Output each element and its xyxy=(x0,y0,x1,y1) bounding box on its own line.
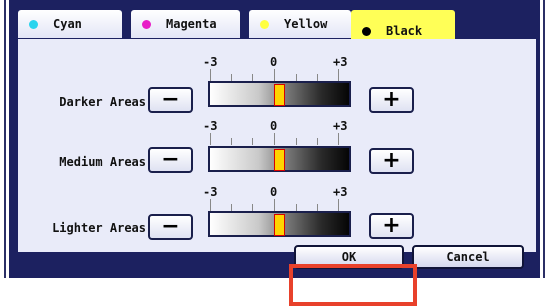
scale-tick xyxy=(338,199,339,211)
ok-highlight-box xyxy=(289,264,417,306)
scale-min-label: -3 xyxy=(203,185,218,199)
adjustment-panel: Cyan Magenta Yellow Black -3 0 +3 Darker… xyxy=(9,0,540,278)
lighter-plus-button[interactable]: + xyxy=(369,213,414,239)
scale-tick xyxy=(274,199,275,211)
lighter-minus-button[interactable]: − xyxy=(148,214,193,240)
scale-mid-label: 0 xyxy=(270,119,278,133)
scale-max-label: +3 xyxy=(333,185,348,199)
yellow-dot-icon xyxy=(260,19,269,29)
scale-tick xyxy=(210,133,211,145)
tab-label: Magenta xyxy=(166,17,217,31)
medium-plus-button[interactable]: + xyxy=(369,148,414,174)
right-edge xyxy=(540,0,549,278)
scale-tick xyxy=(252,74,253,81)
darker-areas-slider[interactable] xyxy=(208,81,351,107)
scale-tick xyxy=(296,138,297,145)
scale-min-label: -3 xyxy=(203,55,218,69)
tab-label: Black xyxy=(386,24,423,38)
slider-thumb[interactable] xyxy=(274,84,285,106)
scale-tick xyxy=(274,133,275,145)
darker-plus-button[interactable]: + xyxy=(369,87,414,113)
tab-magenta[interactable]: Magenta xyxy=(131,10,240,38)
scale-tick xyxy=(296,204,297,211)
medium-minus-button[interactable]: − xyxy=(148,147,193,173)
scale-tick xyxy=(252,204,253,211)
darker-areas-label: Darker Areas xyxy=(59,95,146,109)
scale-tick xyxy=(296,74,297,81)
scale-tick xyxy=(210,69,211,81)
plus-icon: + xyxy=(382,148,401,173)
scale-min-label: -3 xyxy=(203,119,218,133)
tab-cyan[interactable]: Cyan xyxy=(18,10,122,38)
slider-thumb[interactable] xyxy=(274,149,285,171)
lighter-areas-label: Lighter Areas xyxy=(52,221,146,235)
scale-max-label: +3 xyxy=(333,55,348,69)
scale-mid-label: 0 xyxy=(270,185,278,199)
scale-tick xyxy=(231,138,232,145)
cyan-dot-icon xyxy=(29,19,38,29)
tab-yellow[interactable]: Yellow xyxy=(249,10,351,38)
slider-thumb[interactable] xyxy=(274,214,285,236)
left-edge xyxy=(0,0,9,278)
scale-tick xyxy=(317,74,318,81)
minus-icon: − xyxy=(161,147,180,172)
scale-tick xyxy=(231,74,232,81)
scale-tick xyxy=(338,133,339,145)
scale-max-label: +3 xyxy=(333,119,348,133)
scale-tick xyxy=(210,199,211,211)
scale-tick xyxy=(274,69,275,81)
scale-mid-label: 0 xyxy=(270,55,278,69)
plus-icon: + xyxy=(382,213,401,238)
scale-tick xyxy=(338,69,339,81)
scale-tick xyxy=(252,138,253,145)
cancel-button[interactable]: Cancel xyxy=(412,245,524,269)
tab-label: Yellow xyxy=(284,17,328,31)
minus-icon: − xyxy=(161,87,180,112)
lighter-areas-slider[interactable] xyxy=(208,211,351,237)
medium-areas-slider[interactable] xyxy=(208,146,351,172)
medium-areas-label: Medium Areas xyxy=(59,155,146,169)
tab-label: Cyan xyxy=(53,17,82,31)
plus-icon: + xyxy=(382,87,401,112)
scale-tick xyxy=(317,138,318,145)
minus-icon: − xyxy=(161,214,180,239)
content-area: -3 0 +3 Darker Areas − + -3 0 +3 Medium … xyxy=(18,39,536,252)
scale-tick xyxy=(317,204,318,211)
magenta-dot-icon xyxy=(142,19,151,29)
darker-minus-button[interactable]: − xyxy=(148,87,193,113)
scale-tick xyxy=(231,204,232,211)
black-dot-icon xyxy=(362,26,371,36)
